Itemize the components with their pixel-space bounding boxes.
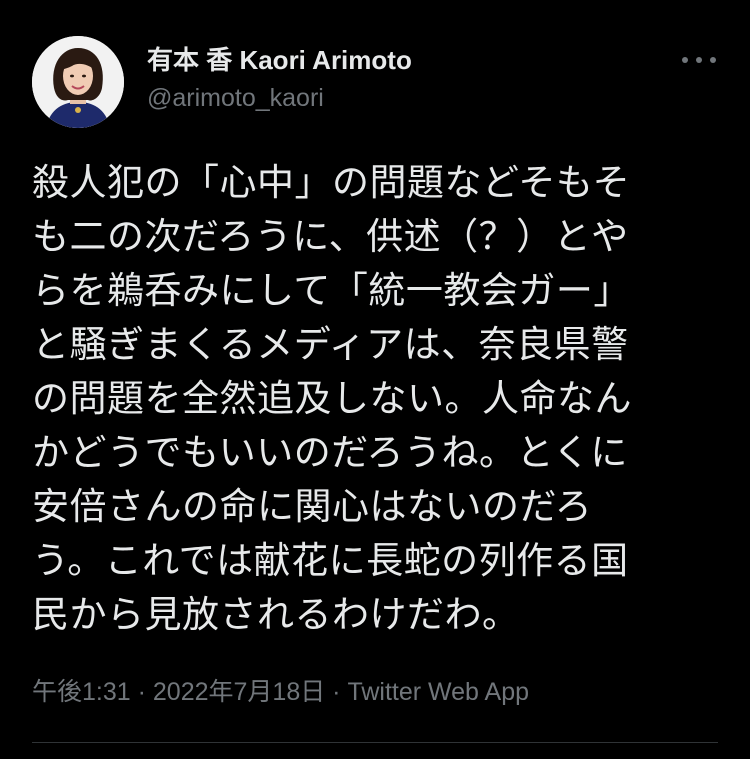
display-name[interactable]: 有本 香 Kaori Arimoto bbox=[147, 44, 412, 76]
divider bbox=[32, 742, 718, 743]
tweet-date[interactable]: 2022年7月18日 bbox=[153, 678, 325, 706]
avatar[interactable] bbox=[32, 36, 124, 128]
tweet: 有本 香 Kaori Arimoto @arimoto_kaori 殺人犯の「心… bbox=[0, 0, 750, 759]
dot bbox=[710, 57, 716, 63]
tweet-text-line: う。これでは献花に長蛇の列作る国 bbox=[32, 539, 629, 582]
meta-separator: · bbox=[325, 678, 348, 706]
tweet-text: 殺人犯の「心中」の問題などそもそ も二の次だろうに、供述（？）とや らを鵜呑みに… bbox=[32, 156, 722, 642]
user-handle[interactable]: @arimoto_kaori bbox=[147, 82, 412, 114]
author-info: 有本 香 Kaori Arimoto @arimoto_kaori bbox=[147, 44, 412, 114]
tweet-time[interactable]: 午後1:31 bbox=[32, 678, 131, 706]
tweet-text-line: の問題を全然追及しない。人命なん bbox=[32, 377, 632, 420]
tweet-text-line: 殺人犯の「心中」の問題などそもそ bbox=[32, 161, 631, 204]
more-options-icon[interactable] bbox=[682, 52, 716, 68]
dot bbox=[696, 57, 702, 63]
avatar-photo-icon bbox=[32, 36, 124, 128]
meta-separator: · bbox=[130, 678, 153, 706]
tweet-text-line: 安倍さんの命に関心はないのだろ bbox=[32, 485, 593, 528]
tweet-text-line: も二の次だろうに、供述（？）とや bbox=[32, 215, 629, 258]
tweet-text-line: かどうでもいいのだろうね。とくに bbox=[32, 431, 628, 474]
tweet-metadata: 午後1:31 · 2022年7月18日 · Twitter Web App bbox=[32, 674, 529, 710]
tweet-text-line: 民から見放されるわけだわ。 bbox=[32, 593, 520, 636]
tweet-text-line: と騒ぎまくるメディアは、奈良県警 bbox=[32, 323, 629, 366]
dot bbox=[682, 57, 688, 63]
tweet-source[interactable]: Twitter Web App bbox=[347, 678, 529, 706]
tweet-text-line: らを鵜呑みにして「統一教会ガー」 bbox=[32, 269, 631, 312]
